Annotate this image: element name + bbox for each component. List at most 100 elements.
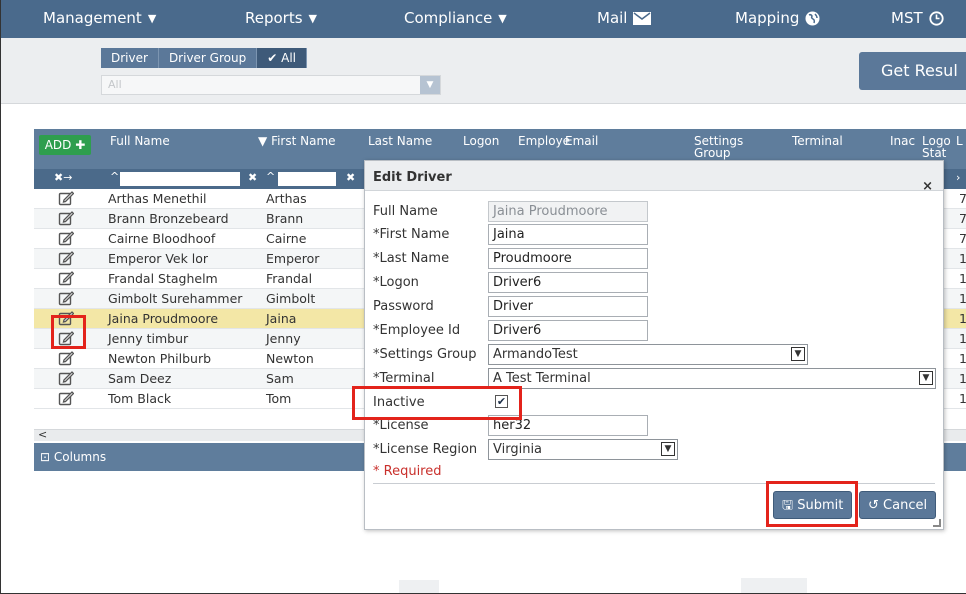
- edit-icon[interactable]: [58, 210, 74, 226]
- column-header-email[interactable]: Email: [565, 135, 598, 147]
- column-header-full-name[interactable]: Full Name: [110, 135, 170, 147]
- license-region-label: *License Region: [373, 442, 478, 457]
- edit-icon[interactable]: [58, 350, 74, 366]
- columns-icon: ⊡: [40, 450, 51, 464]
- settings-group-select[interactable]: ArmandoTest ▼: [488, 344, 808, 365]
- edit-icon[interactable]: [58, 370, 74, 386]
- cell-first-name: Sam: [266, 371, 294, 386]
- cell-first-name: Frandal: [266, 271, 313, 286]
- scope-segmented-control: Driver Driver Group ✔ All: [101, 48, 307, 68]
- nav-management-label: Management: [43, 9, 142, 27]
- scope-select-value: All: [108, 78, 122, 91]
- edit-icon[interactable]: [58, 270, 74, 286]
- scope-select[interactable]: All ▼: [101, 75, 441, 95]
- nav-reports[interactable]: Reports ▼: [245, 9, 317, 27]
- cell-first-name: Arthas: [266, 191, 307, 206]
- highlight-submit: [766, 481, 858, 527]
- last-name-input[interactable]: Proudmoore: [488, 248, 648, 269]
- column-header-first-name[interactable]: ▼ First Name: [258, 135, 336, 147]
- cell-first-name: Tom: [266, 391, 292, 406]
- full-name-input: Jaina Proudmoore: [488, 201, 648, 222]
- cell-full-name: Emperor Vek lor: [108, 251, 209, 266]
- cell-full-name: Newton Philburb: [108, 351, 212, 366]
- license-region-value: Virginia: [493, 442, 543, 457]
- cell-first-name: Emperor: [266, 251, 320, 266]
- clear-icon[interactable]: ✖: [346, 171, 355, 184]
- cell-tail: 1: [959, 311, 966, 326]
- nav-mapping[interactable]: Mapping: [735, 9, 820, 27]
- caret-up-icon: ›: [956, 171, 961, 184]
- close-icon[interactable]: ×: [922, 170, 933, 204]
- cancel-button[interactable]: ↺ Cancel: [859, 491, 937, 519]
- first-name-input[interactable]: Jaina: [488, 224, 648, 245]
- edit-icon[interactable]: [58, 230, 74, 246]
- license-region-select[interactable]: Virginia ▼: [488, 439, 678, 460]
- segment-driver[interactable]: Driver: [101, 48, 159, 68]
- edit-driver-dialog: Edit Driver × Full Name Jaina Proudmoore…: [364, 160, 944, 530]
- cell-full-name: Gimbolt Surehammer: [108, 291, 243, 306]
- envelope-icon: [633, 11, 652, 25]
- full-name-label: Full Name: [373, 204, 438, 219]
- resize-handle[interactable]: [933, 519, 941, 527]
- nav-mail-label: Mail: [597, 9, 628, 27]
- nav-mapping-label: Mapping: [735, 9, 800, 27]
- column-header-last-name[interactable]: Last Name: [368, 135, 432, 147]
- column-header-terminal[interactable]: Terminal: [792, 135, 843, 147]
- employee-id-input[interactable]: Driver6: [488, 320, 648, 341]
- cell-full-name: Arthas Menethil: [108, 191, 207, 206]
- column-header-first-name-label: First Name: [271, 134, 336, 148]
- clear-filters-icon[interactable]: ✖→: [54, 171, 72, 185]
- segment-driver-group[interactable]: Driver Group: [158, 48, 258, 68]
- cell-first-name: Gimbolt: [266, 291, 316, 306]
- license-label: *License: [373, 418, 429, 433]
- nav-management[interactable]: Management ▼: [43, 9, 156, 27]
- clear-icon[interactable]: ✖: [248, 171, 257, 184]
- top-nav: Management ▼ Reports ▼ Compliance ▼ Mail…: [1, 0, 966, 38]
- column-header-inactive[interactable]: Inac: [890, 135, 915, 147]
- edit-icon[interactable]: [58, 290, 74, 306]
- edit-icon[interactable]: [58, 190, 74, 206]
- nav-timezone[interactable]: MST: [891, 9, 944, 27]
- cell-tail: 1: [959, 391, 966, 406]
- nav-timezone-label: MST: [891, 9, 923, 27]
- column-header-settings-group[interactable]: Settings Group: [694, 135, 744, 159]
- cancel-label: Cancel: [883, 498, 928, 513]
- edit-icon[interactable]: [58, 390, 74, 406]
- add-button[interactable]: ADD ✚: [39, 135, 91, 155]
- edit-icon[interactable]: [58, 250, 74, 266]
- columns-button[interactable]: Columns: [54, 450, 106, 464]
- dialog-title-bar: Edit Driver ×: [365, 161, 943, 194]
- column-header-l[interactable]: L: [956, 135, 963, 147]
- watermark-shape: [741, 578, 807, 593]
- segment-all[interactable]: ✔ All: [257, 48, 307, 68]
- cell-first-name: Newton: [266, 351, 314, 366]
- cell-first-name: Jaina: [266, 311, 297, 326]
- chevron-down-icon: ▼: [919, 371, 933, 385]
- get-results-button[interactable]: Get Resul: [859, 52, 966, 90]
- chevron-down-icon: ▼: [147, 11, 157, 25]
- column-header-logon-status[interactable]: Logo Stat: [922, 135, 951, 159]
- sort-desc-icon: ▼: [258, 134, 268, 148]
- cell-first-name: Cairne: [266, 231, 307, 246]
- cell-full-name: Brann Bronzebeard: [108, 211, 229, 226]
- chevron-down-icon: ▼: [661, 442, 675, 456]
- cell-tail: 1: [959, 271, 966, 286]
- first-name-filter-input[interactable]: [278, 172, 336, 186]
- cell-tail: 7: [959, 191, 966, 206]
- password-label: Password: [373, 299, 434, 314]
- add-button-label: ADD: [44, 138, 72, 152]
- logon-input[interactable]: Driver6: [488, 272, 648, 293]
- nav-compliance[interactable]: Compliance ▼: [404, 9, 507, 27]
- check-icon: ✔: [267, 51, 278, 65]
- full-name-filter-input[interactable]: [120, 172, 240, 186]
- cell-full-name: Cairne Bloodhoof: [108, 231, 216, 246]
- scroll-left-icon[interactable]: <: [38, 428, 47, 441]
- cell-tail: 1: [959, 371, 966, 386]
- column-header-employee[interactable]: Employe: [518, 135, 570, 147]
- terminal-value: A Test Terminal: [493, 371, 591, 386]
- password-input[interactable]: Driver: [488, 296, 648, 317]
- column-header-logon[interactable]: Logon: [463, 135, 499, 147]
- cell-full-name: Jenny timbur: [108, 331, 189, 346]
- nav-mail[interactable]: Mail: [597, 9, 652, 27]
- terminal-select[interactable]: A Test Terminal ▼: [488, 368, 936, 389]
